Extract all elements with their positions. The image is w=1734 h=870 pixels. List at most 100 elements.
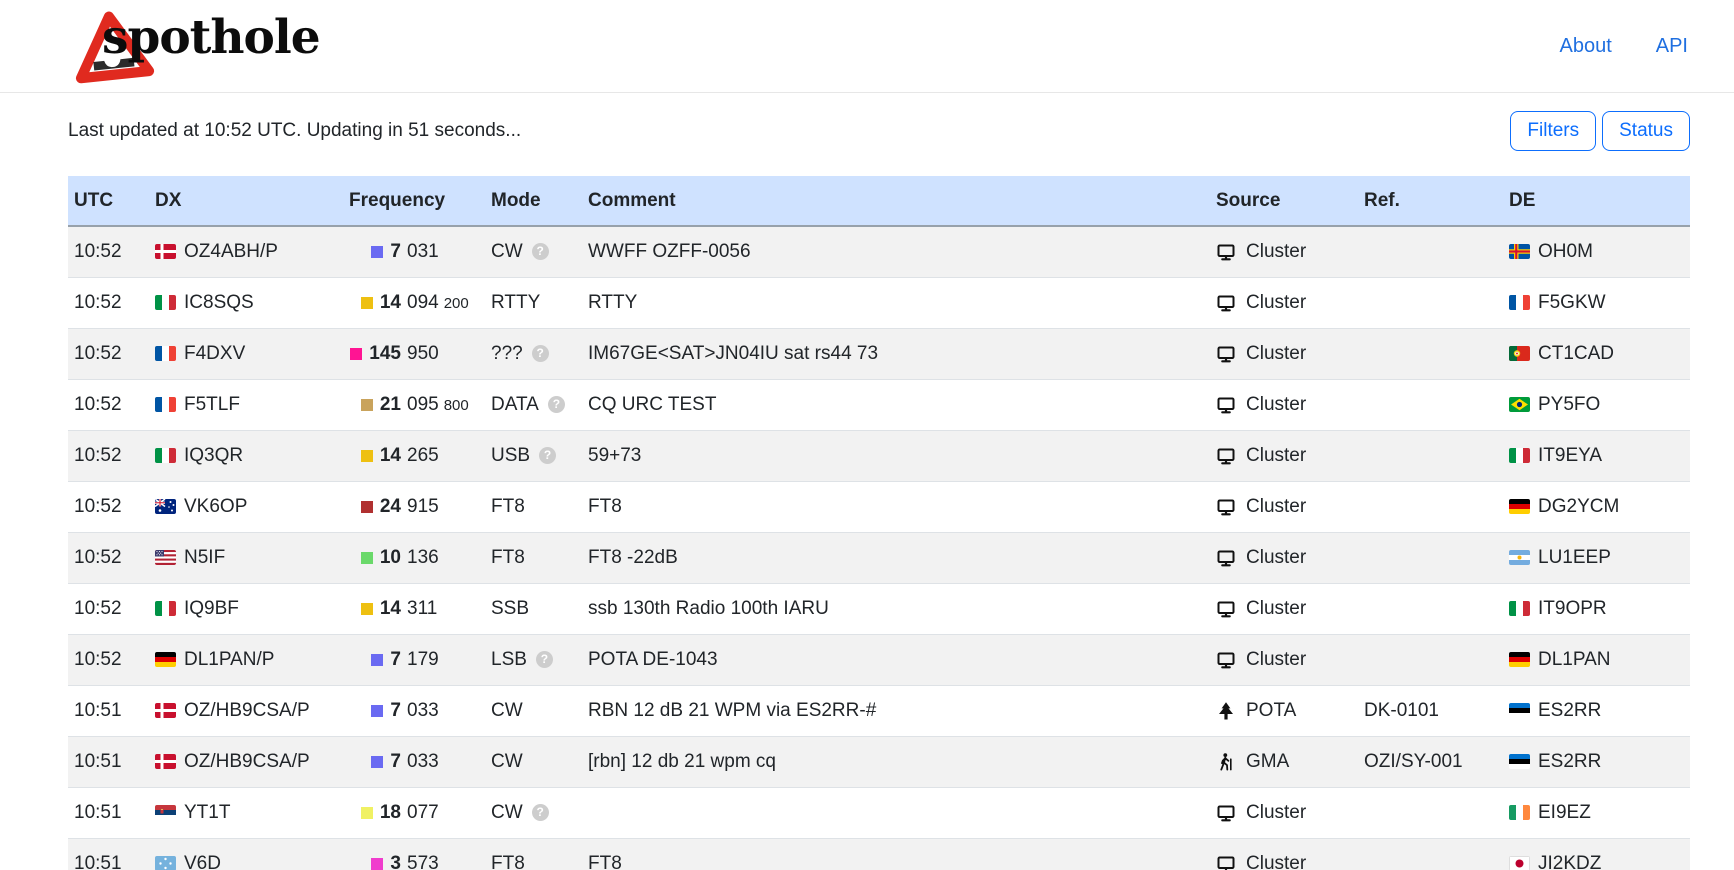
header-de: DE xyxy=(1503,176,1690,226)
dx-wrap: IQ9BF xyxy=(155,598,337,620)
de-callsign[interactable]: CT1CAD xyxy=(1538,343,1614,365)
mode-cell: RTTY xyxy=(485,277,582,328)
mode-help-icon[interactable]: ? xyxy=(548,396,565,413)
frequency-wrap: 7033 xyxy=(349,751,479,773)
de-wrap: PY5FO xyxy=(1509,394,1684,416)
frequency-wrap: 21095800 xyxy=(349,394,479,416)
frequency-left: 145 xyxy=(349,343,401,365)
dx-callsign[interactable]: OZ/HB9CSA/P xyxy=(184,700,310,722)
de-callsign[interactable]: IT9EYA xyxy=(1538,445,1602,467)
band-indicator xyxy=(361,552,373,564)
frequency-cell: 14094200 xyxy=(343,277,485,328)
dx-callsign[interactable]: F5TLF xyxy=(184,394,240,416)
dx-callsign[interactable]: IQ9BF xyxy=(184,598,239,620)
frequency-cell: 21095800 xyxy=(343,379,485,430)
mode-help-icon[interactable]: ? xyxy=(532,345,549,362)
de-callsign[interactable]: PY5FO xyxy=(1538,394,1600,416)
filters-button[interactable]: Filters xyxy=(1510,111,1596,151)
comment-cell: CQ URC TEST xyxy=(582,379,1210,430)
mode-help-icon[interactable]: ? xyxy=(539,447,556,464)
utc-cell: 10:52 xyxy=(68,481,149,532)
frequency-left: 14 xyxy=(349,598,401,620)
mode-label: DATA xyxy=(491,394,539,416)
de-callsign[interactable]: F5GKW xyxy=(1538,292,1606,314)
frequency-cell: 14265 xyxy=(343,430,485,481)
mode-help-icon[interactable]: ? xyxy=(532,243,549,260)
dx-callsign[interactable]: YT1T xyxy=(184,802,230,824)
dx-wrap: OZ4ABH/P xyxy=(155,241,337,263)
comment-cell: RBN 12 dB 21 WPM via ES2RR-# xyxy=(582,685,1210,736)
api-link[interactable]: API xyxy=(1656,35,1688,58)
de-callsign[interactable]: OH0M xyxy=(1538,241,1593,263)
mode-wrap: RTTY xyxy=(491,292,576,314)
dx-callsign[interactable]: OZ4ABH/P xyxy=(184,241,278,263)
de-wrap: F5GKW xyxy=(1509,292,1684,314)
flag-portugal-icon xyxy=(1509,346,1530,361)
gma-source-icon xyxy=(1216,752,1236,772)
frequency-wrap: 14 311 xyxy=(349,598,479,620)
utc-cell: 10:52 xyxy=(68,532,149,583)
de-callsign[interactable]: DL1PAN xyxy=(1538,649,1611,671)
cluster-source-icon xyxy=(1216,803,1236,823)
frequency-mhz: 10 xyxy=(380,547,401,569)
de-callsign[interactable]: ES2RR xyxy=(1538,700,1601,722)
de-wrap: JI2KDZ xyxy=(1509,853,1684,870)
dx-callsign[interactable]: OZ/HB9CSA/P xyxy=(184,751,310,773)
comment-cell: FT8 xyxy=(582,838,1210,870)
de-wrap: ES2RR xyxy=(1509,751,1684,773)
flag-germany-icon xyxy=(1509,652,1530,667)
frequency-left: 21 xyxy=(349,394,401,416)
comment-cell xyxy=(582,787,1210,838)
de-callsign[interactable]: ES2RR xyxy=(1538,751,1601,773)
dx-callsign[interactable]: IQ3QR xyxy=(184,445,243,467)
flag-estonia-icon xyxy=(1509,703,1530,718)
dx-cell: DL1PAN/P xyxy=(149,634,343,685)
frequency-left: 3 xyxy=(349,853,401,870)
frequency-mhz: 7 xyxy=(390,649,401,671)
spothole-logo[interactable]: spothole xyxy=(66,6,158,86)
about-link[interactable]: About xyxy=(1559,35,1611,58)
dx-callsign[interactable]: VK6OP xyxy=(184,496,247,518)
frequency-cell: 18077 xyxy=(343,787,485,838)
flag-germany-icon xyxy=(155,652,176,667)
mode-wrap: FT8 xyxy=(491,547,576,569)
spot-row: 10:52DL1PAN/P7179LSB?POTA DE-1043Cluster… xyxy=(68,634,1690,685)
frequency-khz: 311 xyxy=(407,598,437,620)
mode-label: RTTY xyxy=(491,292,540,314)
dx-wrap: YT1T xyxy=(155,802,337,824)
spot-row: 10:52F5TLF21095800DATA?CQ URC TESTCluste… xyxy=(68,379,1690,430)
status-button[interactable]: Status xyxy=(1602,111,1690,151)
mode-label: CW xyxy=(491,241,523,263)
frequency-mhz: 14 xyxy=(380,445,401,467)
dx-cell: OZ/HB9CSA/P xyxy=(149,736,343,787)
de-callsign[interactable]: IT9OPR xyxy=(1538,598,1607,620)
mode-label: FT8 xyxy=(491,496,525,518)
source-wrap: Cluster xyxy=(1216,598,1352,620)
mode-label: ??? xyxy=(491,343,523,365)
comment-cell: POTA DE-1043 xyxy=(582,634,1210,685)
source-cell: Cluster xyxy=(1210,328,1358,379)
de-callsign[interactable]: EI9EZ xyxy=(1538,802,1591,824)
band-indicator xyxy=(361,501,373,513)
mode-wrap: SSB xyxy=(491,598,576,620)
mode-help-icon[interactable]: ? xyxy=(532,804,549,821)
frequency-cell: 7031 xyxy=(343,226,485,277)
ref-cell xyxy=(1358,328,1503,379)
de-cell: JI2KDZ xyxy=(1503,838,1690,870)
dx-callsign[interactable]: IC8SQS xyxy=(184,292,254,314)
mode-help-icon[interactable]: ? xyxy=(536,651,553,668)
dx-wrap: OZ/HB9CSA/P xyxy=(155,751,337,773)
dx-callsign[interactable]: DL1PAN/P xyxy=(184,649,274,671)
frequency-cell: 7033 xyxy=(343,736,485,787)
de-callsign[interactable]: LU1EEP xyxy=(1538,547,1611,569)
de-callsign[interactable]: JI2KDZ xyxy=(1538,853,1601,870)
frequency-khz: 033 xyxy=(407,751,439,773)
source-cell: Cluster xyxy=(1210,481,1358,532)
ref-cell xyxy=(1358,277,1503,328)
dx-callsign[interactable]: V6D xyxy=(184,853,221,870)
dx-callsign[interactable]: F4DXV xyxy=(184,343,245,365)
dx-callsign[interactable]: N5IF xyxy=(184,547,225,569)
utc-cell: 10:52 xyxy=(68,379,149,430)
de-callsign[interactable]: DG2YCM xyxy=(1538,496,1619,518)
cluster-source-icon xyxy=(1216,344,1236,364)
